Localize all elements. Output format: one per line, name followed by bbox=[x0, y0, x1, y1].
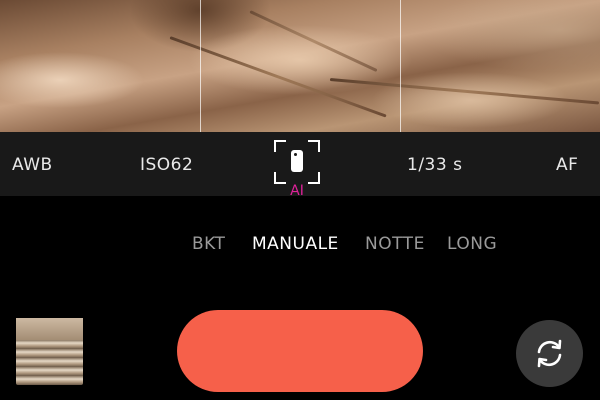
viewfinder-detail bbox=[249, 10, 378, 73]
viewfinder-detail bbox=[169, 36, 387, 118]
frame-corner bbox=[308, 140, 320, 152]
mode-long[interactable]: LONG bbox=[447, 234, 497, 254]
focus-setting[interactable]: AF bbox=[556, 155, 578, 175]
mode-notte[interactable]: NOTTE bbox=[365, 234, 425, 254]
camera-viewfinder[interactable] bbox=[0, 0, 600, 132]
phone-icon bbox=[291, 150, 303, 172]
shutter-button[interactable] bbox=[177, 310, 423, 392]
ai-mode-label: AI bbox=[290, 183, 304, 199]
grid-line bbox=[200, 0, 201, 132]
switch-camera-button[interactable] bbox=[516, 320, 583, 387]
camera-switch-icon bbox=[537, 339, 562, 368]
scene-mode-button[interactable] bbox=[274, 140, 320, 184]
shutter-speed-setting[interactable]: 1/33 s bbox=[407, 155, 462, 175]
grid-line bbox=[400, 0, 401, 132]
iso-setting[interactable]: ISO62 bbox=[140, 155, 193, 175]
frame-corner bbox=[274, 140, 286, 152]
viewfinder-detail bbox=[329, 78, 600, 105]
gallery-thumbnail-detail bbox=[16, 318, 83, 340]
mode-manuale[interactable]: MANUALE bbox=[252, 234, 339, 254]
white-balance-setting[interactable]: AWB bbox=[12, 155, 53, 175]
mode-bkt[interactable]: BKT bbox=[192, 234, 225, 254]
